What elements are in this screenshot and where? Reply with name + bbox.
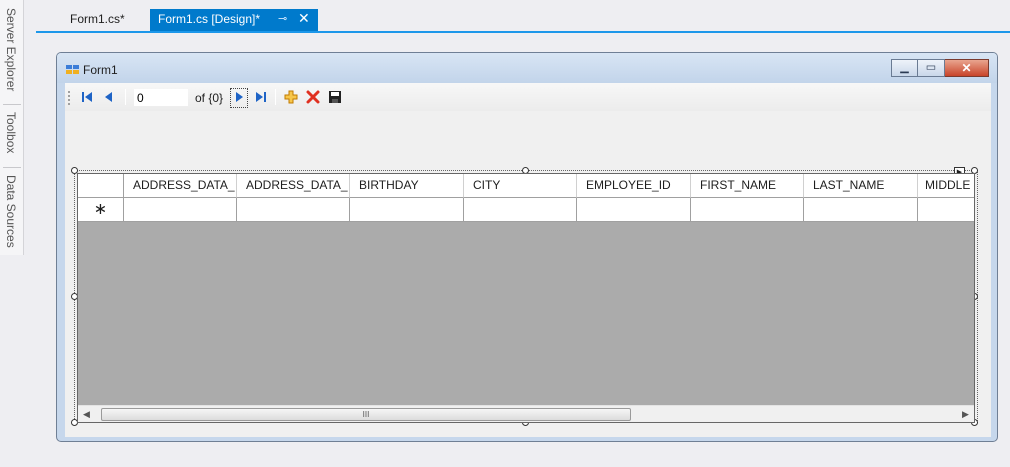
grid-cell[interactable]	[350, 198, 464, 222]
close-icon: ✕	[961, 61, 972, 75]
side-separator	[3, 104, 21, 105]
maximize-icon: ▭	[925, 61, 937, 74]
move-next-icon	[236, 92, 243, 102]
grid-cell[interactable]	[464, 198, 577, 222]
move-first-icon	[82, 92, 92, 102]
grid-cell[interactable]	[237, 198, 350, 222]
data-grid[interactable]: ADDRESS_DATA_ ADDRESS_DATA_ BIRTHDAY CIT…	[77, 173, 975, 423]
tab-form1-cs[interactable]: Form1.cs*	[62, 9, 133, 31]
column-header[interactable]: EMPLOYEE_ID	[577, 174, 691, 198]
side-separator	[3, 167, 21, 168]
horizontal-scrollbar[interactable]: ◀ III ▶	[78, 405, 974, 422]
form-window[interactable]: Form1 ▁ ▭ ✕ of {0}	[56, 52, 998, 442]
toolbar-separator	[125, 89, 126, 105]
grid-cell[interactable]	[804, 198, 918, 222]
column-header[interactable]: MIDDLE	[918, 174, 974, 198]
binding-navigator: of {0}	[65, 83, 991, 111]
corner-header[interactable]	[78, 174, 124, 198]
add-icon	[284, 90, 298, 104]
minimize-button[interactable]: ▁	[891, 59, 918, 77]
tab-label: Form1.cs [Design]*	[158, 12, 261, 26]
server-explorer-tab[interactable]: Server Explorer	[4, 8, 18, 91]
form-title: Form1	[83, 63, 118, 77]
column-header[interactable]: CITY	[464, 174, 577, 198]
move-first-button[interactable]	[79, 89, 95, 105]
document-tab-bar: Form1.cs* Form1.cs [Design]* ⊸ ✕	[36, 0, 1010, 34]
add-new-button[interactable]	[283, 89, 299, 105]
tab-form1-design[interactable]: Form1.cs [Design]* ⊸ ✕	[150, 9, 318, 31]
scroll-right-icon[interactable]: ▶	[962, 409, 969, 420]
scroll-left-icon[interactable]: ◀	[83, 409, 90, 420]
count-label: of {0}	[195, 91, 224, 105]
form-icon	[66, 65, 80, 75]
grid-cell[interactable]	[918, 198, 974, 222]
position-input[interactable]	[134, 89, 188, 106]
pin-icon[interactable]: ⊸	[278, 9, 287, 29]
grid-cell[interactable]	[691, 198, 804, 222]
data-sources-tab[interactable]: Data Sources	[4, 175, 18, 248]
grid-cell[interactable]	[124, 198, 237, 222]
column-header[interactable]: LAST_NAME	[804, 174, 918, 198]
scroll-thumb[interactable]: III	[101, 408, 631, 421]
form-client-area: of {0}	[65, 83, 991, 437]
side-tabs: Server Explorer Toolbox Data Sources	[0, 0, 24, 255]
new-row-marker: ∗	[78, 198, 124, 222]
delete-icon	[306, 90, 320, 104]
column-header[interactable]: FIRST_NAME	[691, 174, 804, 198]
grid-cell[interactable]	[577, 198, 691, 222]
scroll-grip-icon: III	[362, 410, 370, 419]
column-header[interactable]: ADDRESS_DATA_	[124, 174, 237, 198]
form-titlebar: Form1 ▁ ▭ ✕	[57, 53, 997, 83]
close-icon[interactable]: ✕	[298, 8, 310, 28]
side-tool-strip: Server Explorer Toolbox Data Sources	[0, 0, 36, 467]
column-header[interactable]: ADDRESS_DATA_	[237, 174, 350, 198]
save-icon	[329, 91, 341, 103]
move-last-icon	[256, 92, 266, 102]
new-row[interactable]: ∗	[78, 198, 974, 222]
move-previous-icon	[105, 92, 112, 102]
toolbar-grip[interactable]	[68, 91, 70, 105]
close-button[interactable]: ✕	[945, 59, 989, 77]
toolbox-tab[interactable]: Toolbox	[4, 112, 18, 153]
toolbar-separator	[275, 89, 276, 105]
move-next-button[interactable]	[231, 89, 247, 105]
window-buttons: ▁ ▭ ✕	[891, 59, 989, 77]
minimize-icon: ▁	[900, 61, 909, 74]
column-header[interactable]: BIRTHDAY	[350, 174, 464, 198]
save-button[interactable]	[327, 89, 343, 105]
move-last-button[interactable]	[253, 89, 269, 105]
move-previous-button[interactable]	[101, 89, 117, 105]
maximize-button[interactable]: ▭	[918, 59, 945, 77]
grid-header: ADDRESS_DATA_ ADDRESS_DATA_ BIRTHDAY CIT…	[78, 174, 974, 198]
delete-button[interactable]	[305, 89, 321, 105]
